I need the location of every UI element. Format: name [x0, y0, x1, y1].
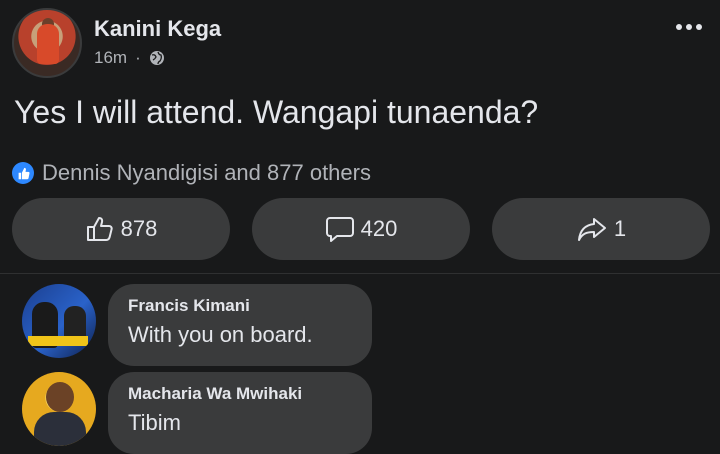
commenter-avatar[interactable] [22, 372, 96, 446]
like-count: 878 [120, 216, 158, 241]
comment-button[interactable]: 420 [252, 198, 470, 260]
meta-separator: · [135, 48, 141, 67]
comment-bubble[interactable]: Francis Kimani With you on board. [108, 284, 372, 366]
thumbs-up-icon [86, 217, 113, 241]
comment-count: 420 [360, 216, 398, 241]
author-name[interactable]: Kanini Kega [94, 16, 221, 42]
comment-item: Francis Kimani With you on board. [22, 284, 702, 366]
commenter-avatar[interactable] [22, 284, 96, 358]
comment-text: Tibim [128, 410, 181, 435]
comment-text: With you on board. [128, 322, 313, 347]
more-options-icon[interactable] [676, 22, 704, 32]
comment-bubble-icon [325, 217, 354, 242]
like-badge-icon [12, 162, 34, 184]
share-button[interactable]: 1 [492, 198, 710, 260]
globe-icon [149, 51, 164, 65]
divider [0, 273, 720, 274]
commenter-name[interactable]: Macharia Wa Mwihaki [128, 384, 352, 404]
reactions-text: Dennis Nyandigisi and 877 others [42, 160, 371, 185]
post-text: Yes I will attend. Wangapi tunaenda? [14, 94, 539, 130]
reactions-summary[interactable]: Dennis Nyandigisi and 877 others [12, 160, 371, 186]
comment-bubble[interactable]: Macharia Wa Mwihaki Tibim [108, 372, 372, 454]
commenter-name[interactable]: Francis Kimani [128, 296, 352, 316]
share-count: 1 [613, 216, 627, 241]
author-avatar[interactable] [12, 8, 82, 78]
action-bar: 878 420 1 [12, 198, 710, 262]
share-arrow-icon [577, 218, 606, 241]
post-time[interactable]: 16m [94, 48, 127, 68]
post-meta: 16m · [94, 48, 165, 68]
comment-item: Macharia Wa Mwihaki Tibim [22, 372, 702, 454]
post-header: Kanini Kega 16m · [12, 8, 708, 80]
like-button[interactable]: 878 [12, 198, 230, 260]
